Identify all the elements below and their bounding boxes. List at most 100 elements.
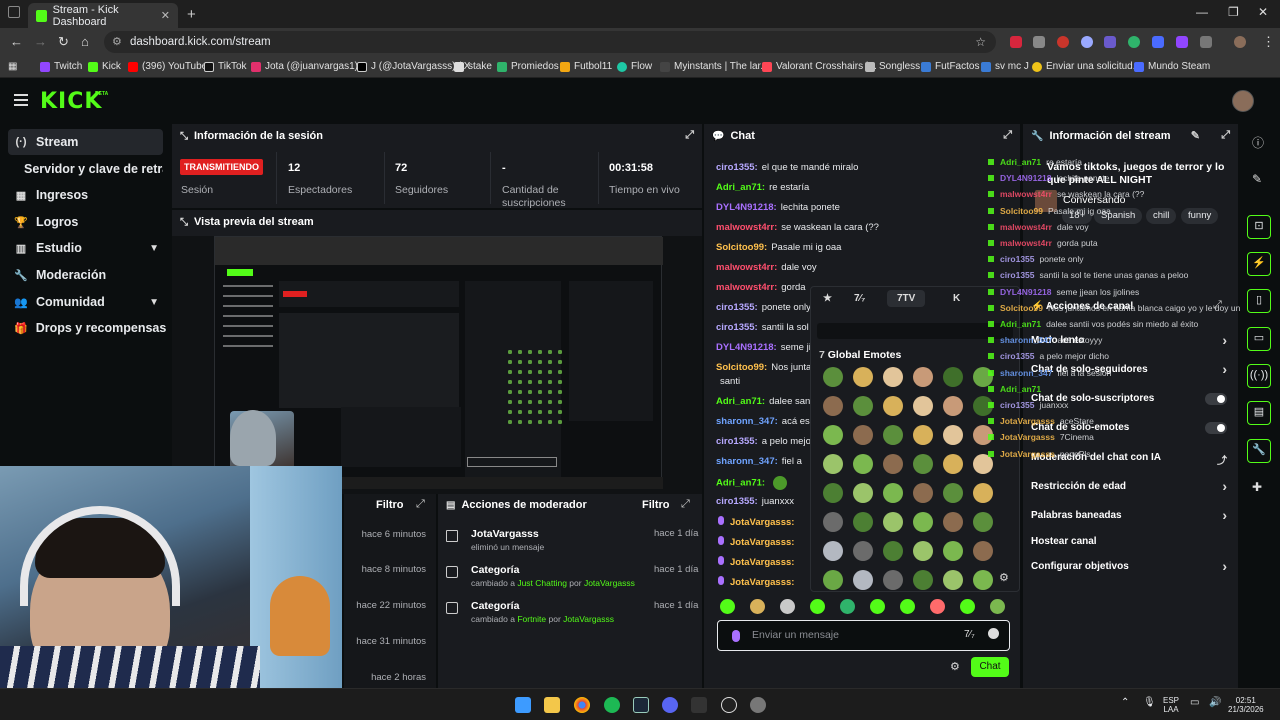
bookmark-star-icon[interactable]: ☆	[975, 31, 986, 53]
kick-logo[interactable]: KICK	[40, 89, 102, 114]
emote-icon[interactable]	[883, 541, 903, 561]
emote-icon[interactable]	[943, 541, 963, 561]
send-chat-button[interactable]: Chat	[971, 657, 1009, 677]
rail-button-chat[interactable]: ▭	[1247, 327, 1271, 351]
quick-emote-icon[interactable]	[810, 599, 825, 614]
user-avatar[interactable]	[1232, 90, 1254, 112]
emote-icon[interactable]	[973, 570, 993, 590]
category-link[interactable]: Just Chatting	[517, 578, 567, 588]
emote-icon[interactable]	[913, 512, 933, 532]
bookmark-mundo-steam[interactable]: Mundo Steam	[1134, 61, 1210, 72]
edit-pencil-icon[interactable]: ✎	[1191, 129, 1200, 142]
emote-icon[interactable]	[913, 396, 933, 416]
menu-dots-icon[interactable]: ⋮	[1262, 34, 1275, 50]
sidebar-item-server-key[interactable]: Servidor y clave de retransmisión	[8, 156, 163, 182]
emote-icon[interactable]	[973, 454, 993, 474]
popout-icon[interactable]: ⤢	[681, 498, 690, 511]
bookmark-sv-mc[interactable]: sv mc J	[981, 61, 1029, 72]
quick-emote-icon[interactable]	[870, 599, 885, 614]
chat-username[interactable]: ciro1355:	[716, 322, 758, 333]
bookmark-flow[interactable]: Flow	[617, 61, 652, 72]
browser-tab-active[interactable]: Stream - Kick Dashboard ✕	[28, 3, 178, 28]
emote-icon[interactable]	[913, 454, 933, 474]
channel-setting-row[interactable]: Chat de solo-seguidores ›	[1031, 361, 1227, 377]
emote-icon[interactable]	[883, 425, 903, 445]
emote-icon[interactable]	[853, 396, 873, 416]
ext-icon-2[interactable]	[1033, 36, 1045, 48]
language-indicator[interactable]: ESP LAA	[1163, 696, 1179, 714]
reload-icon[interactable]: ↻	[58, 34, 69, 50]
forward-icon[interactable]: →	[34, 34, 47, 49]
quick-emote-icon[interactable]	[900, 599, 915, 614]
rail-button-broadcast[interactable]: ((·))	[1247, 364, 1271, 388]
chat-username[interactable]: malwowst4rr:	[716, 282, 777, 293]
chat-username[interactable]: Adri_an71:	[716, 396, 765, 407]
bookmark-myinstants[interactable]: Myinstants | The lar...	[660, 61, 769, 72]
bookmark-twitch[interactable]: Twitch	[40, 61, 82, 72]
quick-emote-icon[interactable]	[930, 599, 945, 614]
chat-username[interactable]: JotaVargasss:	[730, 537, 794, 548]
emote-icon[interactable]	[883, 396, 903, 416]
category-link[interactable]: Fortnite	[517, 614, 546, 624]
sidebar-item-ingresos[interactable]: ▦ Ingresos	[8, 182, 163, 208]
emote-icon[interactable]	[973, 512, 993, 532]
bookmark-kick[interactable]: Kick	[88, 61, 121, 72]
chat-username[interactable]: sharonn_347:	[716, 456, 778, 467]
chat-username[interactable]: ciro1355:	[716, 302, 758, 313]
emote-icon[interactable]	[943, 570, 963, 590]
bookmark-songless[interactable]: Songless	[865, 61, 920, 72]
channel-setting-row[interactable]: Palabras baneadas ›	[1031, 507, 1227, 523]
chat-username[interactable]: Solcitoo99:	[716, 242, 767, 253]
channel-setting-row[interactable]: Chat de solo-suscriptores	[1031, 393, 1227, 405]
ext-icon-8[interactable]	[1176, 36, 1188, 48]
emote-icon[interactable]	[883, 483, 903, 503]
chat-username[interactable]: malwowst4rr:	[716, 222, 777, 233]
chrome-icon[interactable]	[574, 697, 590, 713]
emote-icon[interactable]	[823, 483, 843, 503]
emote-icon[interactable]	[853, 512, 873, 532]
bookmark-valorant[interactable]: Valorant Crosshairs |...	[762, 61, 877, 72]
emote-icon[interactable]	[823, 425, 843, 445]
7tv-logo-tab[interactable]: 7⁄₇	[854, 293, 865, 304]
emote-icon[interactable]	[883, 367, 903, 387]
site-info-icon[interactable]: ⚙	[112, 31, 122, 53]
emote-icon[interactable]	[943, 396, 963, 416]
tab-7tv[interactable]: 7TV	[887, 290, 926, 307]
emote-icon[interactable]	[943, 483, 963, 503]
emote-icon[interactable]	[973, 541, 993, 561]
mic-tray-icon[interactable]: 🎙	[1143, 698, 1156, 708]
emote-icon[interactable]	[973, 483, 993, 503]
chat-username[interactable]: DYL4N91218:	[716, 342, 777, 353]
emote-icon[interactable]	[913, 541, 933, 561]
quick-emote-icon[interactable]	[750, 599, 765, 614]
bookmark-solicitud[interactable]: Enviar una solicitud...	[1032, 61, 1141, 72]
emote-icon[interactable]	[943, 367, 963, 387]
popout-icon[interactable]: ⤢	[685, 129, 694, 142]
chat-username[interactable]: malwowst4rr:	[716, 262, 777, 273]
quick-emote-icon[interactable]	[990, 599, 1005, 614]
url-input[interactable]: ⚙ dashboard.kick.com/stream ☆	[104, 31, 996, 53]
chat-username[interactable]: JotaVargasss:	[730, 577, 794, 588]
discord-icon[interactable]	[662, 697, 678, 713]
emoji-icon[interactable]	[988, 628, 999, 639]
quick-emote-icon[interactable]	[720, 599, 735, 614]
close-window-icon[interactable]: ✕	[1258, 5, 1268, 19]
home-icon[interactable]: ⌂	[81, 34, 89, 49]
sidebar-item-drops[interactable]: 🎁 Drops y recompensas	[8, 315, 166, 341]
maximize-icon[interactable]: ❐	[1228, 5, 1239, 19]
steam-icon[interactable]	[633, 697, 649, 713]
emote-icon[interactable]	[823, 512, 843, 532]
channel-setting-row[interactable]: Hostear canal	[1031, 536, 1227, 547]
chat-username[interactable]: Solcitoo99:	[716, 362, 767, 373]
chat-username[interactable]: ciro1355:	[716, 436, 758, 447]
ext-icon-7[interactable]	[1152, 36, 1164, 48]
rail-button-flash[interactable]: ⚡	[1247, 252, 1271, 276]
edit-icon[interactable]: ✎	[1252, 172, 1262, 186]
emote-icon[interactable]	[913, 367, 933, 387]
quick-emote-icon[interactable]	[840, 599, 855, 614]
bookmark-futfactos[interactable]: FutFactos	[921, 61, 979, 72]
emote-icon[interactable]	[943, 425, 963, 445]
hamburger-menu-icon[interactable]	[14, 94, 28, 106]
7tv-emote-icon[interactable]: 7⁄₇	[964, 629, 975, 640]
chat-settings-icon[interactable]: ⚙	[950, 660, 960, 673]
